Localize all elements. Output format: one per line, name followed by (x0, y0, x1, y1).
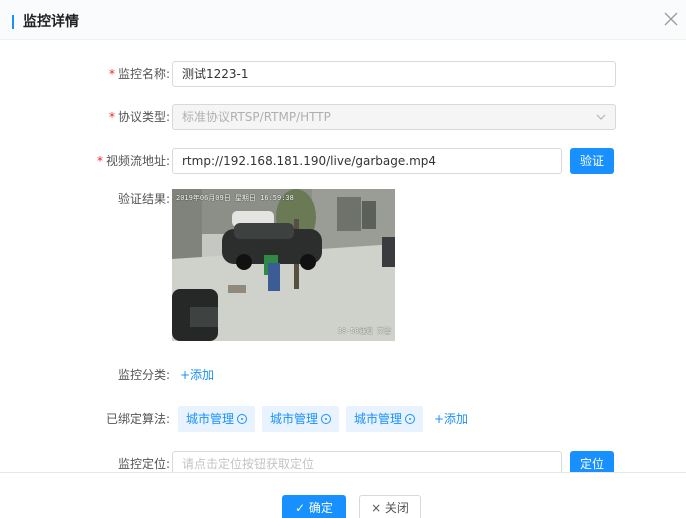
location-label: 监控定位: (117, 457, 170, 471)
tag-close-icon[interactable] (237, 413, 248, 424)
monitor-form: * 监控名称: 测试1223-1 * 协议类型: 标准协议RTSP/RTMP/HTT… (0, 40, 686, 472)
algorithm-tag[interactable]: 城市管理 (262, 406, 340, 432)
tag-close-icon[interactable] (405, 413, 416, 424)
tag-close-icon[interactable] (321, 413, 332, 424)
video-preview: 2019年06月09日 星期日 16:59:38 38-58通道 交警 (172, 189, 395, 341)
algorithm-tag[interactable]: 城市管理 (178, 406, 256, 432)
protocol-label: * 协议类型: (108, 110, 170, 124)
algorithms-label: 已绑定算法: (105, 412, 170, 426)
chevron-down-icon (596, 114, 606, 120)
title-accent-bar (12, 15, 14, 29)
close-button[interactable]: × 关闭 (359, 495, 421, 518)
dialog-footer: ✓ 确定 × 关闭 (0, 472, 686, 518)
algorithm-add-link[interactable]: +添加 (434, 406, 468, 432)
category-add-link[interactable]: +添加 (180, 362, 214, 388)
confirm-button[interactable]: ✓ 确定 (282, 495, 346, 518)
dialog-header: 监控详情 (0, 0, 686, 40)
street-scene-image (172, 189, 395, 341)
required-mark: * (108, 110, 115, 124)
preview-caption: 38-58通道 交警 (337, 327, 391, 335)
algorithm-tag[interactable]: 城市管理 (346, 406, 424, 432)
preview-timestamp: 2019年06月09日 星期日 16:59:38 (176, 194, 294, 202)
name-input[interactable]: 测试1223-1 (172, 61, 616, 87)
stream-label: * 视频流地址: (96, 154, 170, 168)
required-mark: * (108, 67, 115, 81)
location-input[interactable]: 请点击定位按钮获取定位 (172, 451, 562, 472)
category-label: 监控分类: (117, 368, 170, 382)
close-icon[interactable] (662, 10, 680, 28)
required-mark: * (96, 154, 103, 168)
dialog-title: 监控详情 (23, 14, 79, 30)
verify-button[interactable]: 验证 (570, 148, 614, 174)
locate-button[interactable]: 定位 (570, 451, 614, 472)
result-label: 验证结果: (117, 192, 170, 206)
protocol-select[interactable]: 标准协议RTSP/RTMP/HTTP (172, 104, 616, 130)
name-label: * 监控名称: (108, 67, 170, 81)
stream-url-input[interactable]: rtmp://192.168.181.190/live/garbage.mp4 (172, 148, 562, 174)
